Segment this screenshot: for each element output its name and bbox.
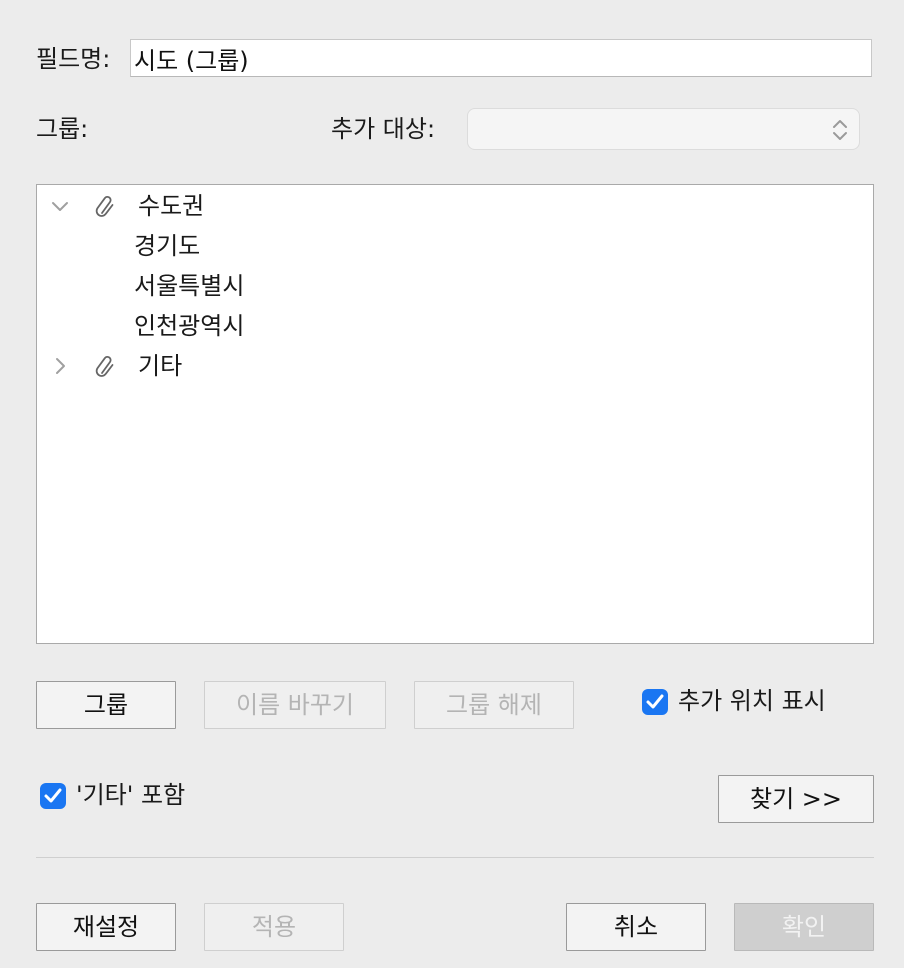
tree-item-label: 수도권 — [138, 192, 205, 220]
field-name-label: 필드명: — [36, 45, 111, 73]
checkbox-checked-icon[interactable] — [40, 783, 66, 809]
paperclip-icon — [95, 355, 114, 377]
field-name-input[interactable] — [130, 39, 872, 77]
add-target-label: 추가 대상: — [331, 115, 436, 143]
add-target-select[interactable] — [467, 108, 860, 150]
checkmark-icon — [44, 788, 62, 803]
tree-item[interactable]: 서울특별시 — [37, 266, 873, 306]
tree-item-label: 서울특별시 — [134, 272, 245, 300]
cancel-button[interactable]: 취소 — [566, 903, 706, 951]
tree-item-label: 기타 — [138, 352, 183, 380]
chevron-right-icon[interactable] — [49, 354, 71, 378]
tree-item-group[interactable]: 수도권 — [37, 186, 873, 226]
tree-item-label: 경기도 — [134, 232, 201, 260]
group-button[interactable]: 그룹 — [36, 681, 176, 729]
tree-item[interactable]: 인천광역시 — [37, 306, 873, 346]
find-button[interactable]: 찾기 >> — [718, 775, 874, 823]
up-down-chevron-icon — [833, 120, 847, 140]
tree-item-label: 인천광역시 — [134, 312, 245, 340]
group-label: 그룹: — [36, 115, 89, 143]
apply-button[interactable]: 적용 — [204, 903, 344, 951]
checkbox-checked-icon[interactable] — [642, 689, 668, 715]
ungroup-button[interactable]: 그룹 해제 — [414, 681, 574, 729]
rename-button[interactable]: 이름 바꾸기 — [204, 681, 386, 729]
include-other-label: '기타' 포함 — [76, 781, 186, 809]
group-tree[interactable]: 수도권 경기도 서울특별시 인천광역시 기타 — [36, 184, 874, 644]
ok-button[interactable]: 확인 — [734, 903, 874, 951]
tree-item-group[interactable]: 기타 — [37, 346, 873, 386]
checkmark-icon — [646, 694, 664, 709]
paperclip-icon — [95, 195, 114, 217]
divider — [36, 857, 874, 858]
show-add-location-label: 추가 위치 표시 — [678, 687, 826, 715]
tree-item[interactable]: 경기도 — [37, 226, 873, 266]
chevron-down-icon[interactable] — [49, 194, 71, 218]
reset-button[interactable]: 재설정 — [36, 903, 176, 951]
